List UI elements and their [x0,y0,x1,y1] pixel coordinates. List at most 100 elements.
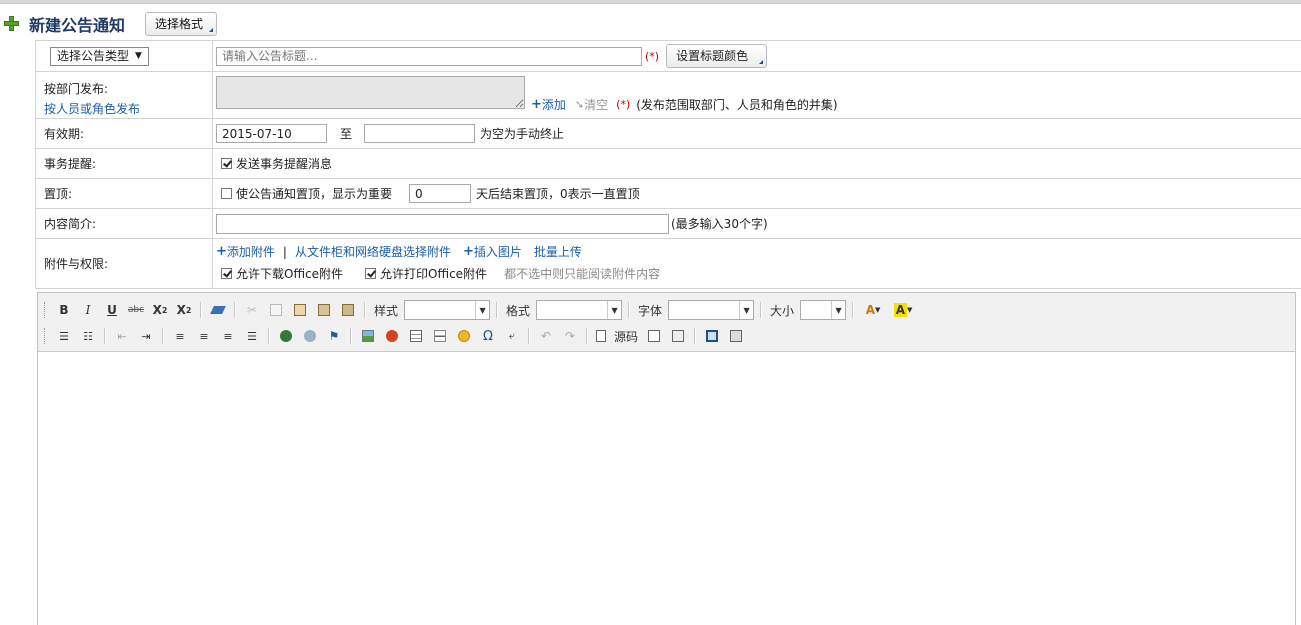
toolbar-separator [162,328,164,344]
title-input[interactable] [216,46,642,66]
reminder-value-cell: 发送事务提醒消息 [214,149,1301,178]
bulleted-list-icon[interactable]: ☷ [78,326,98,346]
toolbar-separator [760,302,763,318]
publish-by-dept-label: 按部门发布: [44,82,109,96]
paste-word-icon[interactable] [338,300,358,320]
copy-icon[interactable] [266,300,286,320]
publish-by-person-link[interactable]: 按人员或角色发布 [44,100,140,117]
rich-text-editor: B I U abc X2 X2 ✂ 样式 ▼ 格式 ▼ 字体 ▼ 大小 ▼ A … [37,292,1296,625]
pin-checkbox-label: 使公告通知置顶，显示为重要 [236,187,393,201]
editor-content-area[interactable] [38,352,1295,625]
format-combo[interactable]: ▼ [536,300,623,320]
bold-icon[interactable]: B [54,300,74,320]
image-icon[interactable] [358,326,378,346]
batch-upload-link[interactable]: 批量上传 [534,243,582,260]
justify-icon[interactable]: ☰ [242,326,262,346]
background-color-icon[interactable]: A ▼ [890,300,916,320]
page-break-icon[interactable]: ⤶ [502,326,522,346]
dropdown-arrow-icon: ▼ [607,301,621,319]
flash-icon[interactable] [382,326,402,346]
indent-icon[interactable]: ⇥ [136,326,156,346]
add-attachment-link[interactable]: 添加附件 [227,243,275,260]
type-cell: 选择公告类型 ▼ [36,41,213,71]
allow-print-checkbox[interactable] [365,268,377,279]
align-center-icon[interactable]: ≡ [194,326,214,346]
eraser-icon[interactable] [208,300,228,320]
summary-input[interactable] [216,213,669,234]
paste-icon[interactable] [290,300,310,320]
pin-label-cell: 置顶: [36,179,213,208]
subscript-icon[interactable]: X2 [150,300,170,320]
pin-checkbox[interactable] [221,188,232,199]
send-reminder-checkbox[interactable] [221,158,232,169]
table-icon[interactable] [406,326,426,346]
italic-icon[interactable]: I [78,300,98,320]
source-label[interactable]: 源码 [614,328,638,345]
publish-label-cell: 按部门发布: 按人员或角色发布 [36,72,213,118]
strikethrough-icon[interactable]: abc [126,300,146,320]
title-color-button[interactable]: 设置标题颜色 [666,44,768,68]
summary-note: (最多输入30个字) [671,217,768,231]
anchor-flag-icon[interactable]: ⚑ [324,326,344,346]
toolbar-separator [852,302,855,318]
send-reminder-label: 发送事务提醒消息 [236,157,333,171]
paste-text-icon[interactable] [314,300,334,320]
end-date-input[interactable] [364,124,476,143]
row-publish: 按部门发布: 按人员或角色发布 + 添加 ➘ 清空 (*) (发布范围取部门、人… [36,72,1301,119]
text-color-icon[interactable]: A ▼ [860,300,886,320]
pin-note: 天后结束置顶，0表示一直置顶 [476,187,640,201]
templates-icon[interactable] [668,326,688,346]
select-format-button[interactable]: 选择格式 [145,12,217,36]
source-icon[interactable] [594,326,608,346]
dropdown-arrow-icon: ▼ [135,50,142,61]
preview-icon[interactable] [644,326,664,346]
add-attachment-icon: + [216,244,227,259]
publish-note: (发布范围取部门、人员和角色的并集) [636,98,838,112]
toolbar-row-2: ☰ ☷ ⇤ ⇥ ≡ ≡ ≡ ☰ ⚑ Ω ⤶ ↶ ↷ 源码 [44,325,746,347]
publish-scope-textarea[interactable] [216,76,525,109]
insert-image-icon: + [462,244,474,259]
toolbar-separator [528,328,530,344]
outdent-icon[interactable]: ⇤ [112,326,132,346]
special-char-icon[interactable]: Ω [478,326,498,346]
style-combo[interactable]: ▼ [404,300,491,320]
numbered-list-icon[interactable]: ☰ [54,326,74,346]
smiley-icon[interactable] [454,326,474,346]
size-combo[interactable]: ▼ [800,300,847,320]
pin-days-input[interactable] [409,184,472,203]
insert-image-link[interactable]: 插入图片 [474,243,522,260]
size-label: 大小 [770,303,795,318]
notice-type-select[interactable]: 选择公告类型 ▼ [50,46,149,66]
add-link[interactable]: 添加 [542,96,566,113]
add-icon: + [531,97,542,112]
redo-icon[interactable]: ↷ [560,326,580,346]
from-cabinet-link[interactable]: 从文件柜和网络硬盘选择附件 [295,243,451,260]
publish-actions: + 添加 ➘ 清空 (*) (发布范围取部门、人员和角色的并集) [531,96,838,113]
clear-link[interactable]: 清空 [584,96,608,113]
underline-icon[interactable]: U [102,300,122,320]
validity-value-cell: 至 为空为手动终止 [214,119,1301,148]
align-left-icon[interactable]: ≡ [170,326,190,346]
unlink-icon[interactable] [300,326,320,346]
dropdown-arrow-icon: ▼ [475,301,489,319]
superscript-icon[interactable]: X2 [174,300,194,320]
allow-download-checkbox[interactable] [221,268,232,279]
font-combo[interactable]: ▼ [668,300,755,320]
row-reminder: 事务提醒: 发送事务提醒消息 [36,149,1301,179]
link-icon[interactable] [276,326,296,346]
corner-arrow-icon [759,60,764,64]
horizontal-rule-icon[interactable] [430,326,450,346]
corner-arrow-icon [209,28,213,32]
cut-icon[interactable]: ✂ [242,300,262,320]
validity-label-cell: 有效期: [36,119,213,148]
pin-label: 置顶: [44,187,73,201]
start-date-input[interactable] [216,124,327,143]
align-right-icon[interactable]: ≡ [218,326,238,346]
maximize-icon[interactable] [702,326,722,346]
notice-form: 选择公告类型 ▼ (*) 设置标题颜色 按部门发布: 按人员或角色发布 + 添加… [35,40,1301,289]
row-validity: 有效期: 至 为空为手动终止 [36,119,1301,149]
undo-icon[interactable]: ↶ [536,326,556,346]
show-blocks-icon[interactable] [726,326,746,346]
toolbar-grip [44,302,48,318]
editor-toolbar: B I U abc X2 X2 ✂ 样式 ▼ 格式 ▼ 字体 ▼ 大小 ▼ A … [38,293,1295,352]
